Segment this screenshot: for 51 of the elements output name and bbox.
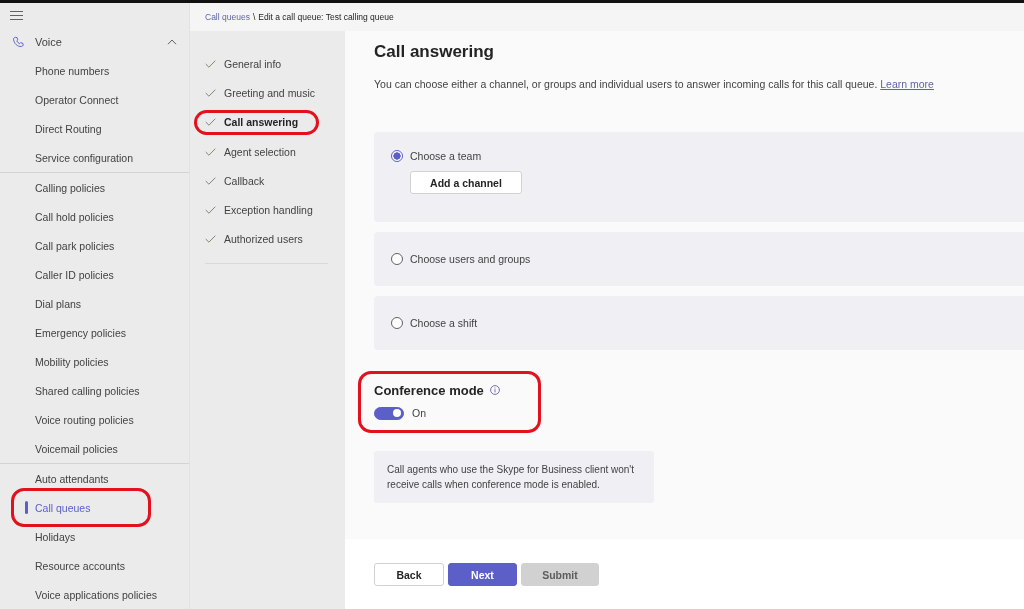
section-title: Conference mode: [374, 382, 484, 398]
option-label: Choose a shift: [410, 317, 478, 329]
step-item[interactable]: General info: [205, 49, 328, 79]
footer-button[interactable]: Next: [448, 563, 517, 586]
toggle-label: On: [412, 407, 426, 419]
nav-item[interactable]: Auto attendants: [0, 464, 189, 493]
footer-button[interactable]: Back: [374, 563, 444, 586]
selection-indicator: [25, 501, 28, 514]
nav-item[interactable]: Caller ID policies: [0, 260, 189, 289]
step-item[interactable]: Authorized users: [205, 224, 328, 255]
nav-item[interactable]: Phone numbers: [0, 56, 189, 85]
add-channel-button[interactable]: Add a channel: [410, 171, 522, 194]
nav-item[interactable]: Holidays: [0, 522, 189, 551]
nav-item[interactable]: Call hold policies: [0, 202, 189, 231]
page-title: Call answering: [374, 41, 495, 63]
nav-item[interactable]: Voice routing policies: [0, 405, 189, 434]
chevron-up-icon[interactable]: [167, 39, 177, 45]
nav-item[interactable]: Call park policies: [0, 231, 189, 260]
breadcrumb-link[interactable]: Call queues: [205, 12, 250, 22]
nav-item[interactable]: Service configuration: [0, 143, 189, 172]
page-description: You can choose either a channel, or groups and individual users to answer incoming calls for this call queue. Learn more: [374, 77, 935, 91]
radio-button[interactable]: [391, 150, 403, 162]
menu-icon[interactable]: [10, 11, 23, 20]
info-note: Call agents who use the Skype for Business client won't receive calls when conference mode is enabled.: [374, 451, 654, 503]
step-item[interactable]: Callback: [205, 166, 328, 196]
nav-item[interactable]: Voicemail policies: [0, 434, 189, 463]
nav-item[interactable]: Emergency policies: [0, 318, 189, 347]
nav-item[interactable]: Mobility policies: [0, 347, 189, 376]
info-icon[interactable]: [489, 385, 500, 395]
nav-item[interactable]: Dial plans: [0, 289, 189, 318]
radio-button[interactable]: [391, 317, 403, 329]
step-item[interactable]: Call answering: [205, 107, 328, 137]
step-item[interactable]: Exception handling: [205, 195, 328, 225]
nav-item[interactable]: Resource accounts: [0, 551, 189, 580]
nav-item[interactable]: Shared calling policies: [0, 376, 189, 405]
nav-item[interactable]: Call queues: [0, 493, 189, 522]
nav-item[interactable]: Calling policies: [0, 173, 189, 202]
toggle-switch[interactable]: [374, 406, 404, 420]
step-item[interactable]: Agent selection: [205, 136, 328, 167]
section-label[interactable]: Voice: [35, 36, 62, 48]
nav-item[interactable]: Operator Connect: [0, 85, 189, 114]
option-label: Choose a team: [410, 150, 482, 162]
nav-item[interactable]: Voice applications policies: [0, 580, 189, 609]
breadcrumb-current: Edit a call queue: Test calling queue: [258, 12, 394, 22]
breadcrumb-separator: \: [252, 12, 256, 22]
learn-more-link[interactable]: Learn more: [880, 78, 934, 90]
phone-icon: [12, 35, 25, 49]
step-item[interactable]: Greeting and music: [205, 78, 328, 108]
nav-item[interactable]: Direct Routing: [0, 114, 189, 143]
radio-button[interactable]: [391, 253, 403, 265]
option-label: Choose users and groups: [410, 253, 531, 265]
